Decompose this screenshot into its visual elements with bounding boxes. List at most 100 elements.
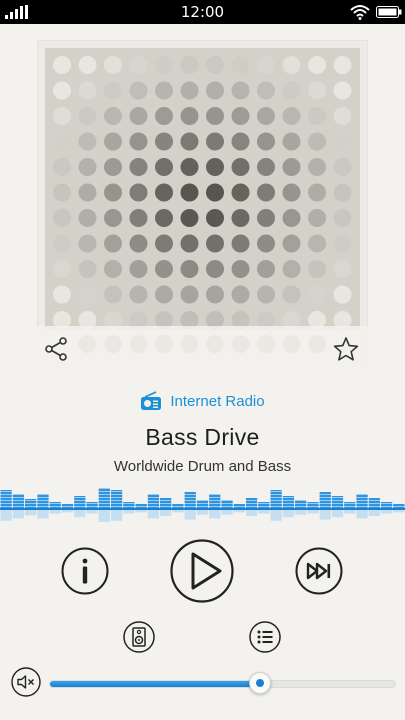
grille-hole [308, 260, 326, 278]
equalizer-reflection [25, 510, 37, 516]
grille-hole [180, 183, 199, 202]
equalizer-reflection [319, 510, 331, 520]
info-button[interactable] [61, 547, 109, 595]
grille-hole [155, 81, 173, 100]
grille-hole [206, 81, 224, 100]
share-button[interactable] [44, 337, 68, 361]
speaker-button[interactable] [123, 621, 155, 653]
grille-hole [155, 234, 173, 253]
grille-hole [206, 335, 224, 353]
grille-hole [53, 81, 71, 100]
equalizer-reflection [123, 510, 135, 514]
volume-slider[interactable] [49, 672, 396, 694]
grille-hole [333, 260, 352, 278]
next-button[interactable] [295, 547, 343, 595]
volume-thumb[interactable] [249, 672, 272, 694]
grille-hole [231, 285, 250, 304]
grille-hole [206, 107, 224, 125]
grille-hole [282, 260, 301, 278]
station-subtitle: Worldwide Drum and Bass [113, 458, 292, 475]
mute-icon [11, 667, 41, 697]
grille-hole [231, 107, 250, 125]
grille-hole [155, 260, 173, 278]
grille-hole [308, 234, 326, 253]
grille-hole [206, 260, 224, 278]
equalizer-stripe [0, 497, 405, 498]
grille-hole [129, 81, 148, 100]
grille-hole [53, 132, 71, 151]
grille-hole [206, 285, 224, 304]
grille-hole [155, 285, 173, 304]
equalizer-reflection [12, 510, 25, 519]
grille-hole [333, 107, 352, 125]
grille-hole [282, 285, 301, 304]
equalizer-stripe [0, 488, 405, 489]
play-button[interactable] [170, 539, 234, 603]
equalizer-reflection [331, 510, 344, 518]
album-art-footer-dots [78, 335, 326, 353]
grille-hole [257, 81, 275, 100]
grille-hole [53, 260, 71, 278]
equalizer-reflection [37, 510, 49, 519]
favorite-button[interactable] [333, 336, 359, 362]
equalizer-reflection [344, 510, 356, 514]
grille-hole [282, 56, 301, 74]
grille-hole [180, 158, 199, 176]
grille-hole [333, 183, 352, 202]
grille-hole [231, 132, 250, 151]
grille-hole [257, 158, 275, 176]
play-icon [170, 539, 234, 603]
grille-hole [53, 56, 71, 74]
grille-hole [78, 81, 97, 100]
grille-hole [78, 209, 97, 227]
grille-hole [257, 285, 275, 304]
radio-icon [140, 391, 162, 411]
status-bar: 12:00 [0, 0, 405, 24]
grille-hole [53, 183, 71, 202]
grille-hole [308, 335, 326, 353]
grille-hole [282, 81, 301, 100]
grille-hole [78, 335, 97, 353]
grille-hole [180, 260, 199, 278]
speaker-icon [123, 621, 155, 653]
equalizer-reflection [86, 510, 98, 514]
grille-hole [308, 209, 326, 227]
equalizer-reflection [356, 510, 368, 519]
grille-hole [282, 234, 301, 253]
grille-hole [104, 335, 122, 353]
grille-hole [257, 260, 275, 278]
equalizer-reflection [282, 510, 295, 518]
station-title: Bass Drive [145, 424, 260, 450]
grille-hole [129, 56, 148, 74]
equalizer-reflection [160, 510, 172, 516]
equalizer-reflection [233, 510, 245, 513]
grille-hole [53, 107, 71, 125]
grille-hole [78, 260, 97, 278]
grille-hole [333, 56, 352, 74]
grille-hole [155, 335, 173, 353]
equalizer-bar [344, 502, 356, 508]
equalizer-reflection [135, 510, 147, 513]
grille-hole [104, 234, 122, 253]
list-icon [249, 621, 281, 653]
grille-hole [308, 107, 326, 125]
grille-hole [231, 234, 250, 253]
equalizer-baseline [0, 508, 405, 510]
grille-hole [257, 209, 275, 227]
grille-hole [308, 183, 326, 202]
grille-hole [78, 107, 97, 125]
grille-hole [53, 209, 71, 227]
volume-fill [50, 681, 261, 687]
source-label[interactable]: Internet Radio [170, 393, 264, 410]
grille-hole [206, 158, 224, 176]
playlist-button[interactable] [249, 621, 281, 653]
grille-hole [155, 183, 173, 202]
grille-hole [129, 209, 148, 227]
grille-hole [180, 132, 199, 151]
mute-button[interactable] [11, 667, 41, 697]
grille-hole [308, 285, 326, 304]
grille-hole [257, 107, 275, 125]
grille-hole [257, 234, 275, 253]
grille-hole [231, 81, 250, 100]
grille-hole [129, 132, 148, 151]
